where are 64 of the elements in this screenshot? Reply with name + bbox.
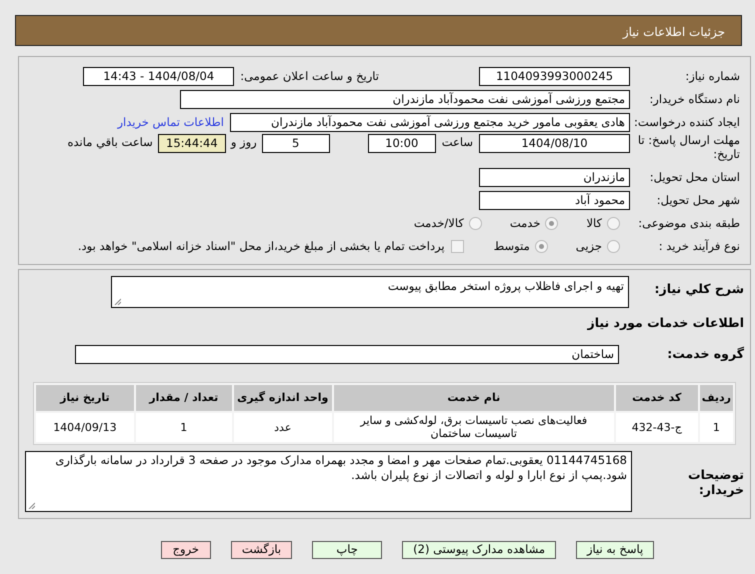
radio-label: کالا/خدمت [414, 214, 464, 232]
column-header: تاریخ نیاز [36, 384, 134, 412]
notes-text: 01144745168 یعقوبی.تمام صفحات مهر و امضا و مجدد بهمراه مدارک موجود در صفحه 3 قرارداد در سامانه بارگذاری شود.پمپ از نوع ابارا و لوله و اتصالات از نوع پلیران باشد. [55, 452, 627, 482]
field-label: تاریخ و ساعت اعلان عمومی: [240, 68, 379, 85]
action-button[interactable]: بازگشت [230, 540, 292, 559]
radio-button[interactable] [607, 240, 620, 253]
table-cell: 1 [136, 413, 232, 442]
action-button[interactable]: چاپ [312, 540, 382, 559]
column-header: نام خدمت [334, 384, 614, 412]
checkbox-label: پرداخت تمام یا بخشی از مبلغ خرید،از محل "اسناد خزانه اسلامی" خواهد بود. [78, 238, 445, 255]
resize-grip-icon[interactable] [114, 298, 121, 305]
contact-link[interactable]: اطلاعات تماس خریدار [117, 114, 224, 132]
column-header: تعداد / مقدار [136, 384, 232, 412]
city-field: محمود آباد [479, 191, 630, 210]
table-cell: فعالیت‌های نصب تاسیسات برق، لوله‌کشی و سایر تاسیسات ساختمان [334, 413, 614, 442]
radio-label: جزیی [576, 238, 602, 255]
action-button[interactable]: پاسخ به نیاز [576, 540, 654, 559]
service-group-field: ساختمان [75, 344, 619, 364]
radio-button[interactable] [607, 217, 620, 230]
field-label: نام دستگاه خریدار: [648, 90, 740, 108]
field-label: شهر محل تحویل: [656, 192, 740, 209]
requester-field: هادی یعقوبی مامور خرید مجتمع ورزشی آموزشی نفت محمودآباد مازندران [230, 113, 630, 132]
column-header: کد خدمت [616, 384, 698, 412]
province-field: مازندران [479, 168, 630, 187]
summary-textarea[interactable]: تهیه و اجرای فاظلاب پروژه استخر مطابق پیوست [111, 276, 629, 308]
action-button[interactable]: خروج [160, 540, 211, 559]
column-header: ردیف [700, 384, 733, 412]
resize-grip-icon[interactable] [28, 502, 35, 509]
field-label: ساعت [442, 134, 473, 151]
notes-textarea[interactable]: 01144745168 یعقوبی.تمام صفحات مهر و امضا و مجدد بهمراه مدارک موجود در صفحه 3 قرارداد در سامانه بارگذاری شود.پمپ از نوع ابارا و لوله و اتصالات از نوع پلیران باشد. [25, 450, 632, 512]
table-cell: 1404/09/13 [36, 413, 134, 442]
section-title: اطلاعات خدمات مورد نیاز [586, 314, 744, 332]
field-label: استان محل تحویل: [648, 168, 740, 186]
action-button[interactable]: مشاهده مدارک پیوستی (2) [402, 540, 556, 559]
radio-label: خدمت [510, 214, 540, 232]
field-label: طبقه بندی موضوعی: [637, 214, 740, 232]
deadline-date-field: 1404/08/10 [479, 134, 630, 153]
table-cell: ج-43-432 [616, 413, 698, 442]
table-cell: عدد [234, 413, 332, 442]
radio-button[interactable] [534, 240, 548, 253]
days-field: 5 [262, 134, 330, 153]
radio-button[interactable] [545, 217, 558, 230]
field-label: شرح کلي نیاز: [654, 280, 744, 298]
checkbox[interactable] [450, 240, 464, 253]
table-cell: 1 [700, 413, 733, 442]
field-label: توضیحات خریدار: [687, 466, 744, 497]
page-header: جزئیات اطلاعات نیاز [15, 15, 742, 46]
field-label: روز و [230, 134, 257, 151]
deadline-time-field: 10:00 [368, 134, 436, 153]
field-label: نوع فرآیند خرید : [658, 238, 740, 255]
summary-text: تهیه و اجرای فاظلاب پروژه استخر مطابق پیوست [388, 279, 624, 293]
field-label: ایجاد کننده درخواست: [633, 114, 740, 131]
buyer-field: مجتمع ورزشی آموزشی نفت محمودآباد مازندران [180, 90, 630, 109]
radio-label: متوسط [494, 238, 530, 255]
column-header: واحد اندازه گیری [234, 384, 332, 412]
field-label: گروه خدمت: [666, 344, 744, 363]
radio-button[interactable] [468, 217, 482, 230]
field-label: مهلت ارسال پاسخ: تا تاریخ: [636, 134, 740, 162]
need-number-field: 1104093993000245 [479, 67, 630, 86]
remaining-time-field: 15:44:44 [158, 134, 226, 153]
announce-date-field: 1404/08/04 - 14:43 [83, 67, 234, 86]
field-label: ساعت باقي مانده [68, 134, 153, 151]
radio-label: کالا [586, 214, 602, 232]
field-label: شماره نیاز: [684, 68, 740, 85]
